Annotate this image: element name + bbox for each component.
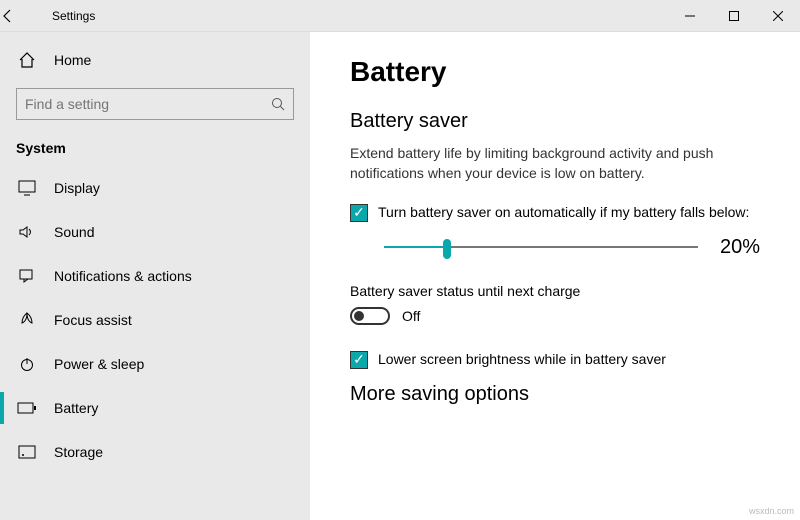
sidebar-item-label: Sound [54, 224, 94, 240]
nav-home[interactable]: Home [0, 40, 310, 80]
battery-icon [16, 397, 38, 419]
status-subheading: Battery saver status until next charge [350, 283, 760, 299]
sidebar-item-notifications[interactable]: Notifications & actions [0, 254, 310, 298]
nav-home-label: Home [54, 52, 91, 68]
checkbox-checked-icon: ✓ [350, 204, 368, 222]
auto-battery-saver-checkbox-row[interactable]: ✓ Turn battery saver on automatically if… [350, 204, 760, 222]
minimize-button[interactable] [668, 0, 712, 32]
section-heading: Battery saver [350, 110, 760, 133]
focus-assist-icon [16, 309, 38, 331]
sidebar-item-display[interactable]: Display [0, 166, 310, 210]
lower-brightness-label: Lower screen brightness while in battery… [378, 351, 666, 367]
maximize-icon [729, 11, 739, 21]
lower-brightness-checkbox-row[interactable]: ✓ Lower screen brightness while in batte… [350, 351, 760, 369]
back-button[interactable] [0, 8, 48, 24]
checkbox-checked-icon: ✓ [350, 351, 368, 369]
more-options-heading: More saving options [350, 383, 760, 406]
auto-battery-saver-label: Turn battery saver on automatically if m… [378, 204, 749, 220]
sidebar: Home System Display Sound Notification [0, 32, 310, 520]
close-icon [773, 11, 783, 21]
home-icon [16, 49, 38, 71]
section-description: Extend battery life by limiting backgrou… [350, 143, 750, 184]
sound-icon [16, 221, 38, 243]
sidebar-item-power-sleep[interactable]: Power & sleep [0, 342, 310, 386]
storage-icon [16, 441, 38, 463]
sidebar-item-label: Display [54, 180, 100, 196]
threshold-slider[interactable] [384, 237, 698, 257]
sidebar-item-battery[interactable]: Battery [0, 386, 310, 430]
sidebar-item-label: Power & sleep [54, 356, 144, 372]
toggle-knob [354, 311, 364, 321]
search-input[interactable] [16, 88, 294, 120]
sidebar-category: System [0, 128, 310, 166]
sidebar-item-label: Notifications & actions [54, 268, 192, 284]
watermark: wsxdn.com [749, 506, 794, 516]
minimize-icon [685, 11, 695, 21]
search-field[interactable] [25, 96, 271, 112]
maximize-button[interactable] [712, 0, 756, 32]
battery-saver-toggle[interactable] [350, 307, 390, 325]
threshold-value: 20% [716, 236, 760, 259]
close-button[interactable] [756, 0, 800, 32]
sidebar-item-label: Focus assist [54, 312, 132, 328]
display-icon [16, 177, 38, 199]
sidebar-item-label: Storage [54, 444, 103, 460]
toggle-state-label: Off [402, 308, 420, 324]
arrow-left-icon [0, 8, 16, 24]
search-icon [271, 97, 285, 111]
sidebar-item-sound[interactable]: Sound [0, 210, 310, 254]
content-panel: Battery Battery saver Extend battery lif… [310, 32, 800, 520]
window-title: Settings [48, 9, 668, 23]
sidebar-item-storage[interactable]: Storage [0, 430, 310, 474]
sidebar-item-focus-assist[interactable]: Focus assist [0, 298, 310, 342]
notifications-icon [16, 265, 38, 287]
power-icon [16, 353, 38, 375]
sidebar-item-label: Battery [54, 400, 98, 416]
titlebar: Settings [0, 0, 800, 32]
page-title: Battery [350, 56, 760, 88]
